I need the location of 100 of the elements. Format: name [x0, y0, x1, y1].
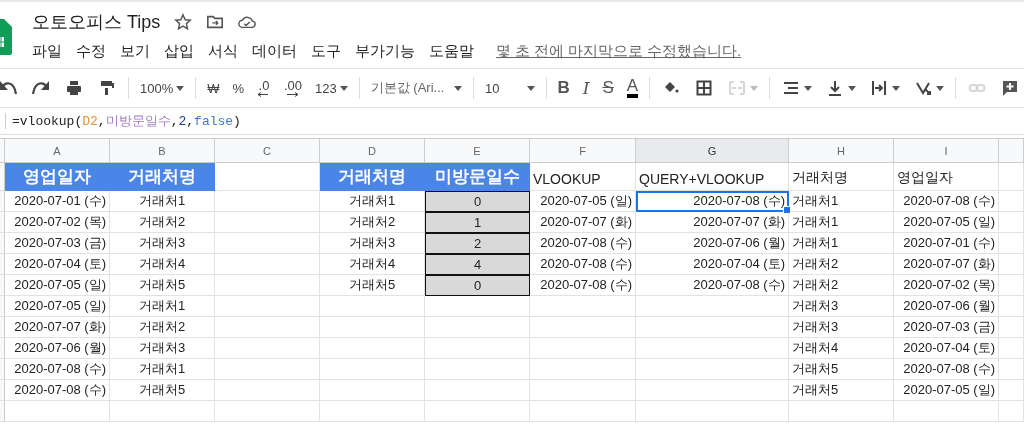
table-cell[interactable]: 영업일자 [894, 163, 999, 191]
table-cell[interactable] [636, 296, 789, 317]
table-cell[interactable]: 2020-07-01 (수) [894, 233, 999, 254]
table-cell[interactable] [636, 401, 789, 422]
format-dropdown[interactable]: 100% [135, 77, 189, 99]
table-cell[interactable] [636, 380, 789, 401]
menu-item[interactable]: 서식 [208, 42, 238, 61]
sheets-logo-icon[interactable] [0, 19, 12, 55]
table-cell[interactable]: 거래처1 [789, 191, 894, 212]
table-cell[interactable] [425, 317, 530, 338]
row-header[interactable] [0, 317, 5, 338]
table-cell[interactable]: 2020-07-08 (수) [530, 233, 636, 254]
table-cell[interactable]: VLOOKUP [530, 163, 636, 191]
table-cell[interactable] [530, 296, 636, 317]
italic-button[interactable]: I [578, 75, 594, 101]
column-header[interactable]: H [789, 139, 894, 163]
table-cell[interactable] [320, 359, 425, 380]
table-cell[interactable]: 거래처4 [110, 254, 215, 275]
table-cell[interactable]: 2020-07-03 (금) [894, 317, 999, 338]
table-cell[interactable]: 거래처3 [110, 233, 215, 254]
table-cell[interactable] [5, 401, 110, 422]
table-cell[interactable]: 2020-07-05 (일) [5, 296, 110, 317]
table-cell[interactable] [320, 296, 425, 317]
table-cell[interactable] [530, 317, 636, 338]
header-cell[interactable]: 영업일자 [5, 163, 110, 191]
number-cell[interactable]: 2 [425, 233, 530, 254]
table-cell[interactable]: 2020-07-06 (월) [5, 338, 110, 359]
table-cell[interactable] [999, 401, 1024, 422]
table-cell[interactable] [530, 380, 636, 401]
row-header[interactable] [0, 380, 5, 401]
table-cell[interactable]: 거래처1 [789, 212, 894, 233]
table-cell[interactable] [999, 254, 1024, 275]
row-header[interactable] [0, 401, 5, 422]
table-cell[interactable]: 거래처5 [789, 380, 894, 401]
table-cell[interactable]: 2020-07-07 (화) [636, 212, 789, 233]
table-cell[interactable] [894, 401, 999, 422]
table-cell[interactable]: 거래처3 [789, 317, 894, 338]
font-dropdown[interactable]: 기본값 (Ari... [366, 76, 467, 100]
table-cell[interactable]: 2020-07-03 (금) [5, 233, 110, 254]
table-cell[interactable] [999, 233, 1024, 254]
decimal-decrease-button[interactable]: .0 [253, 76, 275, 100]
table-cell[interactable]: 2020-07-07 (화) [5, 317, 110, 338]
table-cell[interactable] [530, 338, 636, 359]
table-cell[interactable]: 거래처3 [110, 338, 215, 359]
column-header[interactable]: A [5, 139, 110, 163]
menu-item[interactable]: 수정 [76, 42, 106, 61]
table-cell[interactable] [320, 317, 425, 338]
table-cell[interactable] [999, 191, 1024, 212]
table-cell[interactable]: 거래처명 [789, 163, 894, 191]
table-cell[interactable] [215, 359, 320, 380]
table-cell[interactable]: 거래처5 [110, 380, 215, 401]
table-cell[interactable] [320, 401, 425, 422]
format-button[interactable]: ₩ [203, 77, 224, 99]
table-cell[interactable] [425, 401, 530, 422]
row-header[interactable] [0, 275, 5, 296]
text-color-button[interactable]: A [622, 75, 643, 101]
column-header[interactable] [999, 139, 1024, 163]
table-cell[interactable] [999, 338, 1024, 359]
header-cell[interactable]: 거래처명 [110, 163, 215, 191]
menu-item[interactable]: 파일 [32, 42, 62, 61]
table-cell[interactable] [999, 380, 1024, 401]
table-cell[interactable]: 2020-07-08 (수) [894, 191, 999, 212]
table-cell[interactable]: 2020-07-06 (월) [636, 233, 789, 254]
table-cell[interactable]: 2020-07-08 (수) [894, 359, 999, 380]
font-size-dropdown[interactable]: 10 [481, 77, 539, 99]
table-cell[interactable] [425, 296, 530, 317]
table-cell[interactable]: 거래처5 [110, 275, 215, 296]
menu-item[interactable]: 도움말 [429, 42, 474, 61]
table-cell[interactable] [999, 296, 1024, 317]
menu-item[interactable]: 보기 [120, 42, 150, 61]
table-cell[interactable] [215, 275, 320, 296]
row-header[interactable] [0, 359, 5, 380]
table-cell[interactable] [999, 317, 1024, 338]
column-header[interactable]: C [215, 139, 320, 163]
table-cell[interactable] [636, 317, 789, 338]
table-cell[interactable]: 2020-07-05 (일) [5, 275, 110, 296]
row-header[interactable] [0, 212, 5, 233]
table-cell[interactable] [215, 254, 320, 275]
column-header[interactable]: D [320, 139, 425, 163]
table-cell[interactable]: 2020-07-05 (일) [894, 212, 999, 233]
last-edit-link[interactable]: 몇 초 전에 마지막으로 수정했습니다. [496, 42, 742, 61]
table-cell[interactable]: 2020-07-07 (화) [894, 254, 999, 275]
table-cell[interactable]: 거래처1 [110, 191, 215, 212]
corner-header[interactable] [0, 139, 5, 163]
table-cell[interactable]: 거래처1 [789, 233, 894, 254]
table-cell[interactable]: 거래처2 [110, 212, 215, 233]
table-cell[interactable]: 2020-07-04 (토) [636, 254, 789, 275]
table-cell[interactable]: 거래처4 [789, 338, 894, 359]
table-cell[interactable] [215, 380, 320, 401]
table-cell[interactable] [636, 359, 789, 380]
menu-item[interactable]: 데이터 [252, 42, 297, 61]
format-dropdown[interactable]: 123 [311, 77, 352, 99]
menu-item[interactable]: 삽입 [164, 42, 194, 61]
column-header[interactable]: G [636, 139, 789, 163]
table-cell[interactable]: 2020-07-02 (목) [894, 275, 999, 296]
table-cell[interactable] [999, 212, 1024, 233]
table-cell[interactable]: 거래처2 [789, 254, 894, 275]
table-cell[interactable] [215, 401, 320, 422]
table-cell[interactable] [999, 359, 1024, 380]
row-header[interactable] [0, 338, 5, 359]
